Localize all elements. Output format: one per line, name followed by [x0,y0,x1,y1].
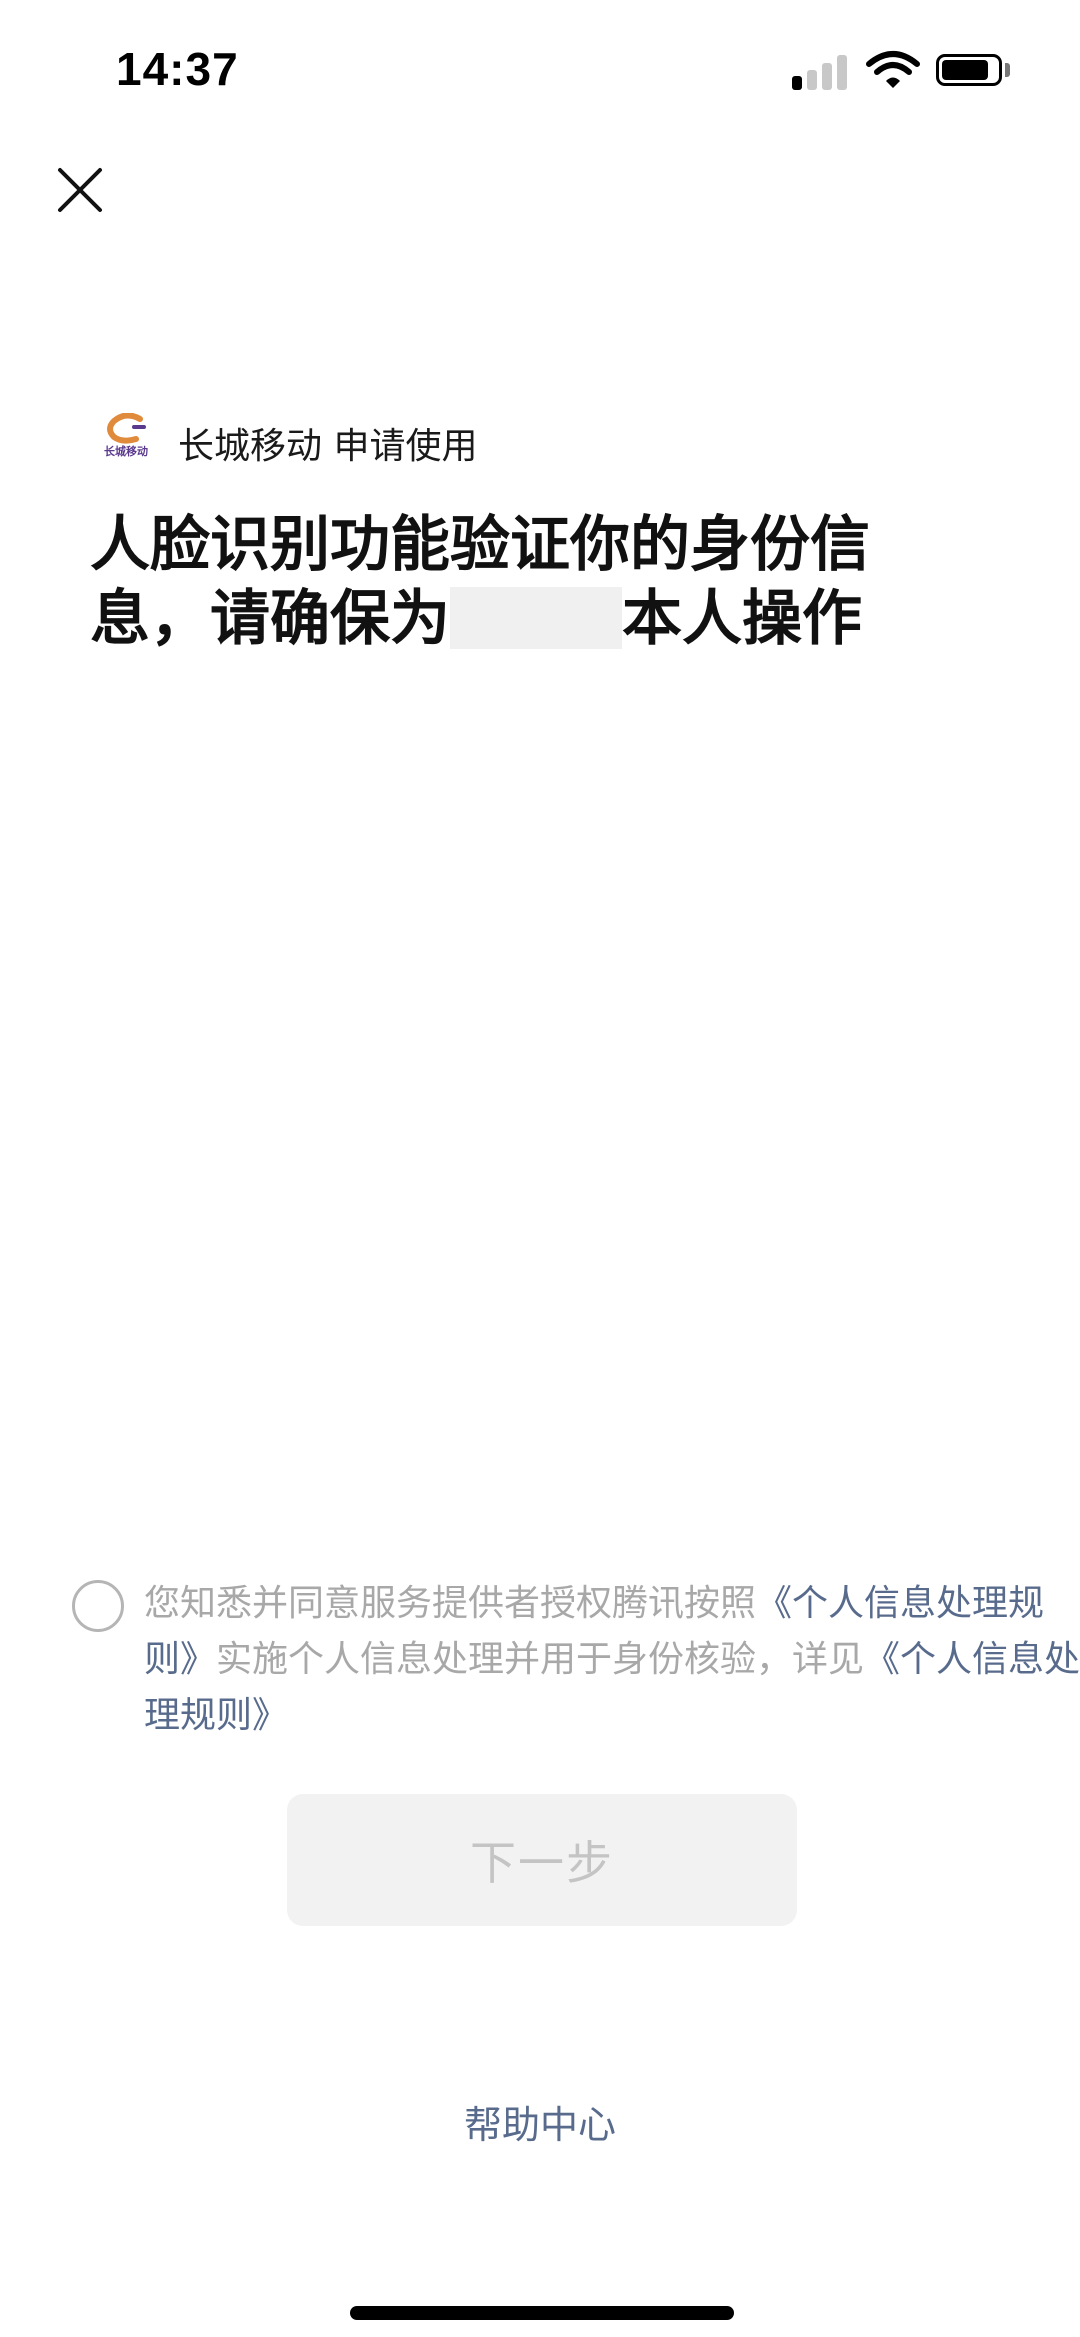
title-line-1: 人脸识别功能验证你的身份信 [90,510,870,580]
help-center-link[interactable]: 帮助中心 [0,2094,1080,2149]
battery-icon [936,54,1002,86]
status-bar: 14:37 [0,0,1080,140]
redacted-name [450,587,622,649]
next-step-button[interactable]: 下一步 [287,1794,797,1926]
app-request-suffix: 申请使用 [333,426,478,467]
status-time: 14:37 [116,43,239,95]
close-button[interactable] [50,160,110,220]
app-logo: 长城移动 [96,412,156,473]
wifi-icon [866,51,920,88]
page-title: 人脸识别功能验证你的身份信 息，请确保为 本人操作 [90,508,970,656]
close-icon [58,168,102,212]
cellular-signal-icon [792,54,848,90]
app-request-text: 长城移动 申请使用 [178,417,477,469]
app-request-row: 长城移动 长城移动 申请使用 [96,408,477,478]
agreement-text-before: 您知悉并同意服务提供者授权腾讯按照 [144,1583,757,1624]
app-name: 长城移动 [178,426,323,467]
home-indicator[interactable] [350,2306,734,2320]
title-line-2-after: 本人操作 [622,584,862,654]
agree-checkbox[interactable] [72,1580,124,1632]
battery-level [942,60,988,80]
battery-cap [1005,63,1010,77]
title-line-2-before: 息，请确保为 [90,584,450,654]
title-line-2: 息，请确保为 本人操作 [90,582,970,656]
agreement-text: 您知悉并同意服务提供者授权腾讯按照《个人信息处理规则》实施个人信息处理并用于身份… [144,1576,1080,1744]
app-logo-text: 长城移动 [104,445,148,458]
agreement-text-middle: 实施个人信息处理并用于身份核验，详见 [216,1639,865,1680]
app-logo-mark [107,412,146,444]
